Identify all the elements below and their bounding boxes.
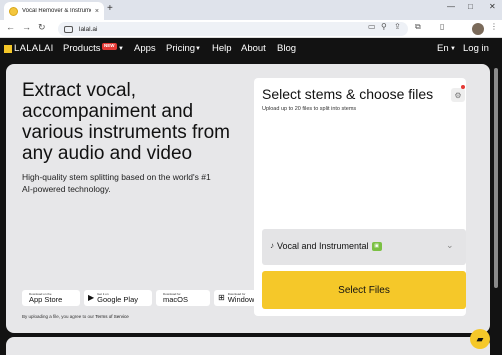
legal-text: By uploading a file, you agree to our Te… (22, 314, 129, 319)
gear-icon: ⚙ (454, 90, 462, 100)
macos-button[interactable]: Download for macOS (156, 290, 210, 306)
app-store-button[interactable]: Download on the App Store (22, 290, 80, 306)
site-info-icon[interactable] (64, 25, 73, 33)
nav-apps[interactable]: Apps (134, 44, 156, 54)
google-play-button[interactable]: ▶ Get it on Google Play (84, 290, 152, 306)
close-window-icon[interactable]: ✕ (489, 3, 496, 11)
microphone-icon: ♪ (270, 241, 274, 250)
new-badge: NEW (102, 43, 117, 50)
browser-tab-strip: Vocal Remover & Instrumenta × + — □ ✕ (0, 0, 502, 20)
logo-text: LALALAI (14, 43, 54, 54)
terms-link[interactable]: Terms of Service (95, 314, 129, 319)
store-name: App Store (29, 294, 63, 304)
notification-dot (461, 85, 465, 89)
back-icon[interactable]: ← (6, 23, 15, 32)
chat-button[interactable]: ▰ (470, 329, 490, 349)
new-tab-button[interactable]: + (107, 4, 113, 14)
login-link[interactable]: Log in (463, 44, 489, 54)
forward-icon[interactable]: → (22, 23, 31, 32)
stem-selector-label: Vocal and Instrumental (277, 241, 369, 251)
upload-subtitle: Upload up to 20 files to split into stem… (262, 106, 357, 112)
stem-selector[interactable]: ♪ Vocal and Instrumental ▣ ⌄ (262, 229, 466, 265)
upload-title: Select stems & choose files (262, 86, 434, 102)
tab-title: Vocal Remover & Instrumenta (22, 8, 91, 14)
nav-help[interactable]: Help (212, 44, 232, 54)
next-section-card (6, 337, 490, 355)
split-view-icon[interactable]: ▯ (440, 23, 444, 31)
menu-icon[interactable]: ⋮ (490, 23, 498, 31)
chevron-down-icon: ⌄ (446, 240, 454, 250)
logo-icon (4, 44, 12, 53)
cast-icon[interactable]: ▭ (368, 23, 376, 31)
nav-about[interactable]: About (241, 44, 266, 54)
reload-icon[interactable]: ↻ (38, 23, 46, 32)
language-selector[interactable]: En (437, 44, 449, 54)
hero-subtitle: High-quality stem splitting based on the… (22, 172, 211, 194)
nav-products-label: Products (63, 43, 101, 54)
url-text: lalal.ai (79, 25, 98, 33)
share-icon[interactable]: ⇪ (394, 23, 401, 31)
google-play-icon: ▶ (88, 293, 95, 302)
windows-icon: ⊞ (218, 293, 225, 302)
legal-prefix: By uploading a file, you agree to our (22, 314, 96, 319)
nav-pricing[interactable]: Pricing (166, 44, 195, 54)
address-bar[interactable]: lalal.ai (58, 22, 408, 36)
minimize-icon[interactable]: — (447, 3, 455, 11)
hero-title: Extract vocal, accompaniment and various… (22, 80, 231, 164)
extensions-icon[interactable]: ⧉ (415, 23, 421, 31)
nav-blog[interactable]: Blog (277, 44, 296, 54)
nav-products[interactable]: Products (63, 44, 101, 54)
browser-toolbar: ← → ↻ lalal.ai ▭ ⚲ ⇪ ⧉ ▯ ⋮ (0, 20, 502, 38)
language-chevron-icon[interactable]: ▼ (450, 46, 456, 52)
site-logo[interactable]: LALALAI (4, 43, 54, 54)
scrollbar-thumb[interactable] (494, 68, 498, 288)
maximize-icon[interactable]: □ (468, 3, 473, 11)
site-nav: LALALAI Products NEW ▼ Apps Pricing ▼ He… (0, 38, 502, 60)
favicon-icon (9, 6, 18, 16)
select-files-button[interactable]: Select Files (262, 271, 466, 309)
browser-tab[interactable]: Vocal Remover & Instrumenta × (4, 2, 104, 20)
store-name: Google Play (97, 294, 139, 304)
profile-avatar[interactable] (472, 23, 484, 35)
products-chevron-icon[interactable]: ▼ (118, 46, 124, 52)
settings-button[interactable]: ⚙ (451, 88, 465, 102)
chat-icon: ▰ (476, 333, 484, 344)
store-name: macOS (163, 294, 189, 304)
zoom-icon[interactable]: ⚲ (381, 23, 387, 31)
pricing-chevron-icon[interactable]: ▼ (195, 46, 201, 52)
instrumental-badge-icon: ▣ (371, 241, 382, 251)
tab-close-icon[interactable]: × (95, 8, 99, 15)
